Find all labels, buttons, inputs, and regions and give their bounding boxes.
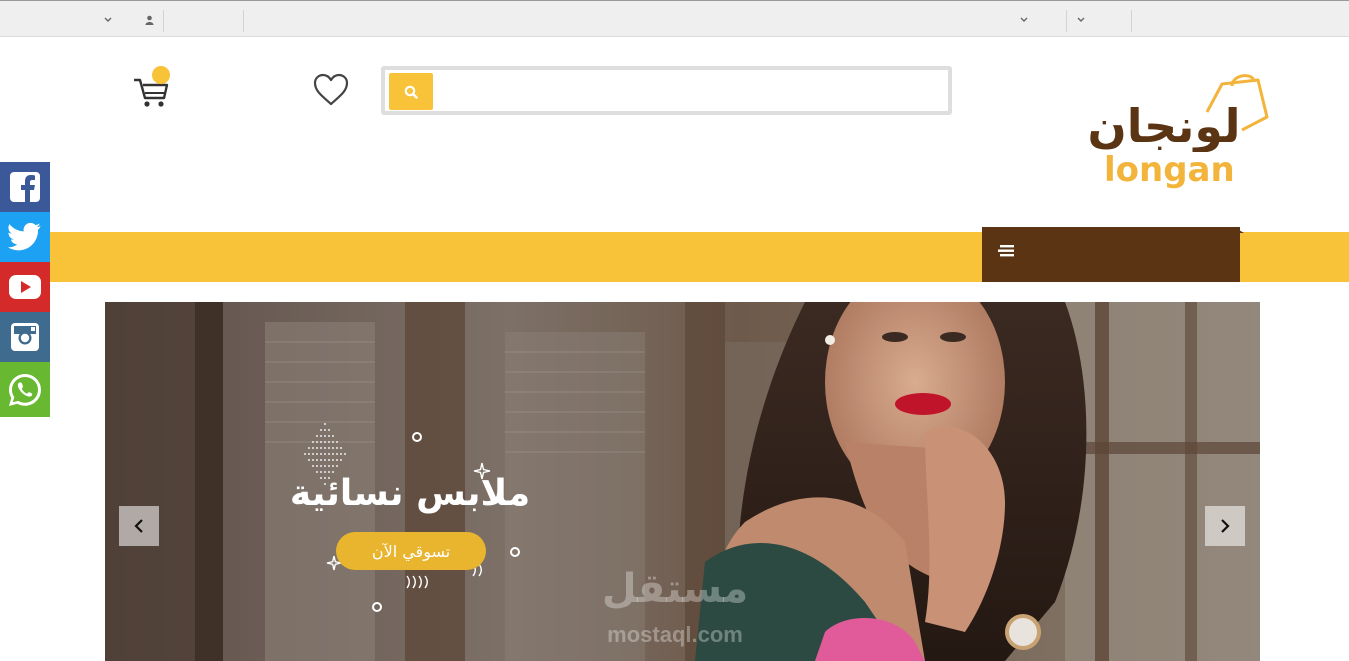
categories-tab-corner <box>1234 227 1244 233</box>
chevron-down-icon <box>104 17 112 22</box>
shop-now-button[interactable]: تسوقي الآن <box>336 532 486 570</box>
chevron-right-icon <box>1221 519 1230 533</box>
search-box <box>381 66 952 115</box>
search-button[interactable] <box>389 73 433 110</box>
logo-mark: لونجان <box>1087 74 1269 153</box>
search-input[interactable] <box>437 72 945 109</box>
ring-decoration <box>510 547 520 557</box>
wave-decoration <box>406 575 428 589</box>
chevron-left-icon <box>134 519 143 533</box>
youtube-icon <box>9 275 41 299</box>
menu-icon <box>996 243 1016 259</box>
currency-dropdown[interactable] <box>100 1 116 38</box>
topbar-divider <box>1066 10 1067 32</box>
youtube-link[interactable] <box>0 262 50 312</box>
logo-text-ar: لونجان <box>1087 99 1240 152</box>
watermark-arabic: مستقل <box>601 566 749 612</box>
categories-button[interactable] <box>982 227 1240 282</box>
search-icon <box>404 85 418 99</box>
user-icon <box>145 15 153 25</box>
account-link[interactable] <box>140 1 158 38</box>
cart-count-badge <box>152 66 170 84</box>
whatsapp-icon <box>9 373 41 406</box>
topbar-divider <box>1131 10 1132 32</box>
ring-decoration <box>372 602 382 612</box>
facebook-icon <box>10 172 40 204</box>
facebook-link[interactable] <box>0 162 50 212</box>
language-dropdown[interactable] <box>1016 1 1032 38</box>
hero-title: ملابس نسائية <box>289 473 531 514</box>
chevron-down-icon <box>1020 17 1028 22</box>
topbar-divider <box>243 10 244 32</box>
top-bar <box>0 0 1349 37</box>
topbar-divider <box>163 10 164 32</box>
heart-icon <box>313 73 349 106</box>
page: لونجان longan ملابس نسائية تسوقي الآن مس… <box>0 0 1349 661</box>
watermark-latin: mostaql.com <box>607 622 743 647</box>
twitter-icon <box>8 222 41 251</box>
wishlist-button[interactable] <box>312 72 350 108</box>
logo-text-en: longan <box>1104 150 1235 190</box>
instagram-link[interactable] <box>0 312 50 362</box>
instagram-icon <box>11 323 39 351</box>
ring-decoration <box>412 432 422 442</box>
chevron-down-icon <box>1077 17 1085 22</box>
slider-next-button[interactable] <box>1205 506 1245 546</box>
whatsapp-link[interactable] <box>0 362 50 417</box>
region-dropdown[interactable] <box>1073 1 1089 38</box>
slider-prev-button[interactable] <box>119 506 159 546</box>
twitter-link[interactable] <box>0 212 50 262</box>
